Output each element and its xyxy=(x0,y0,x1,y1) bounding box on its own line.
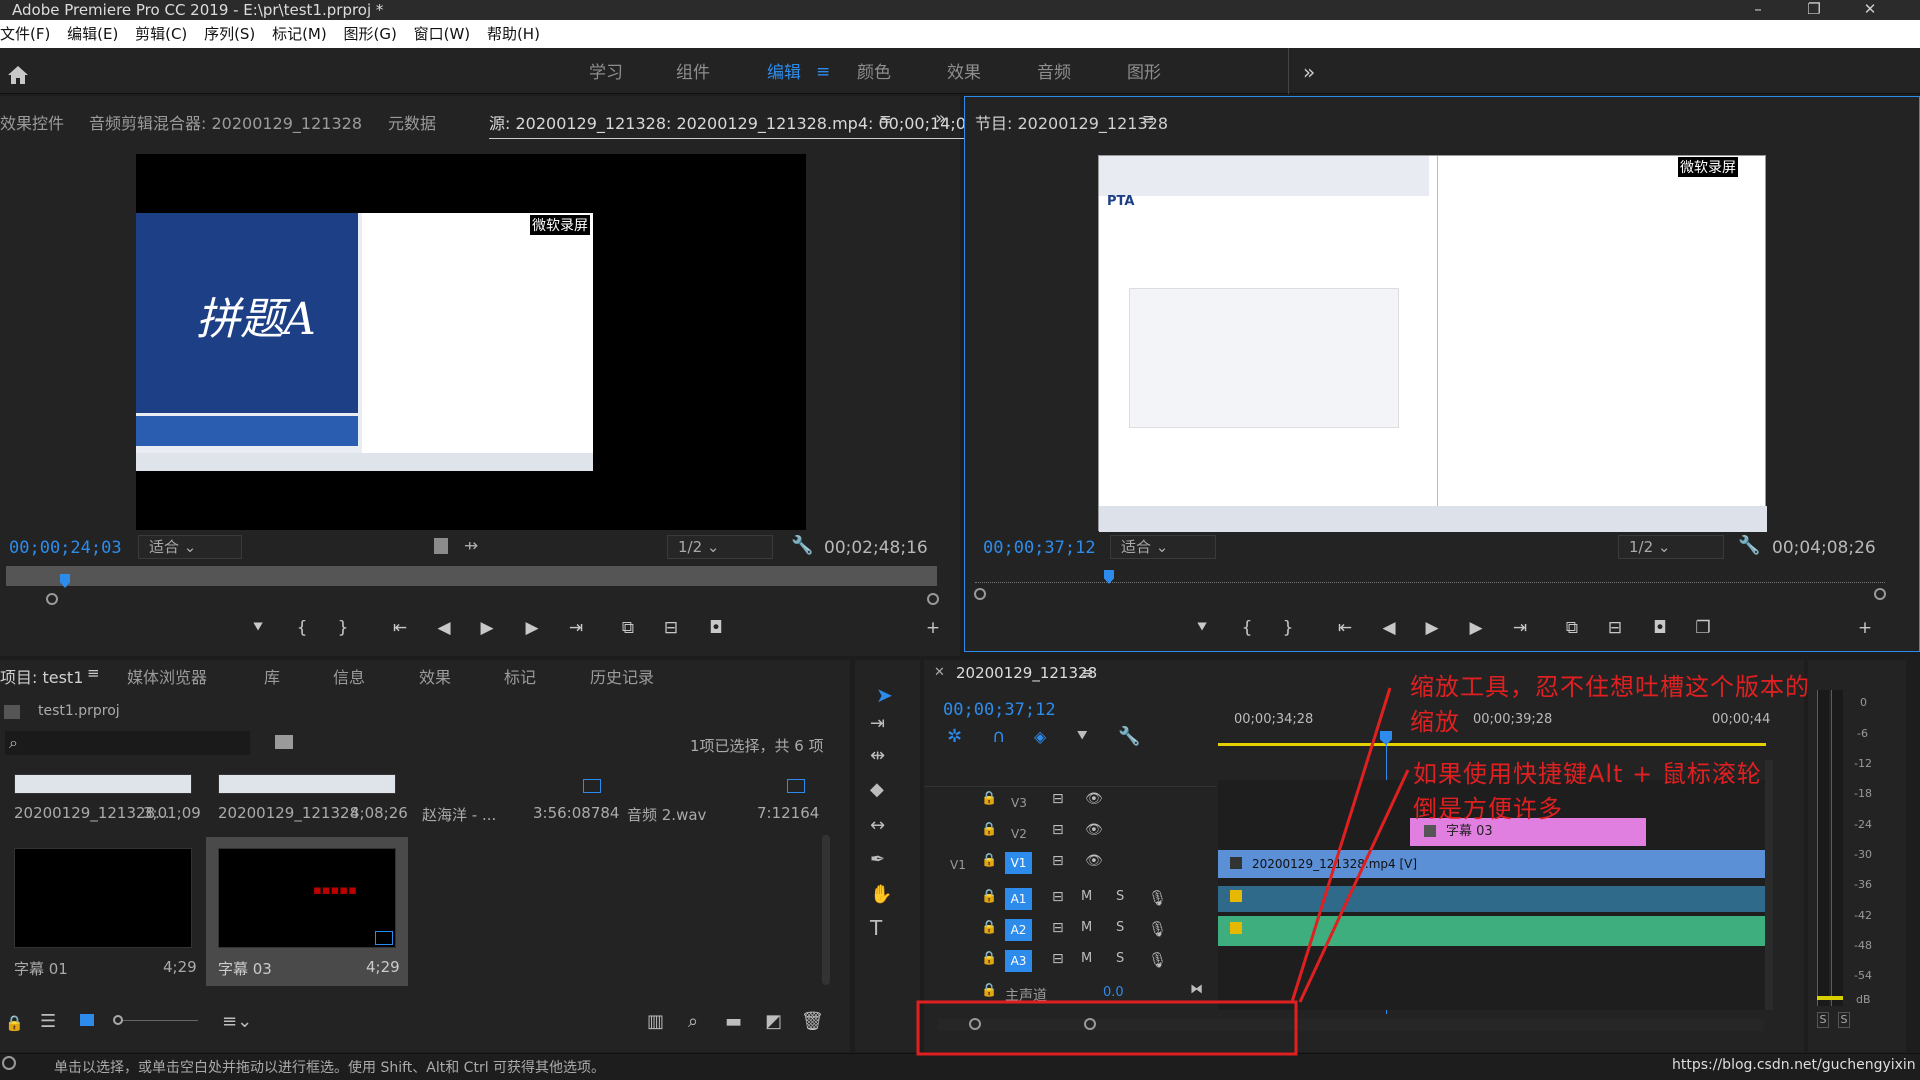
annotation-arrow-line xyxy=(1290,687,1392,1003)
annotation-overlay xyxy=(916,687,1410,1056)
annotation-highlight-box xyxy=(916,1000,1298,1056)
